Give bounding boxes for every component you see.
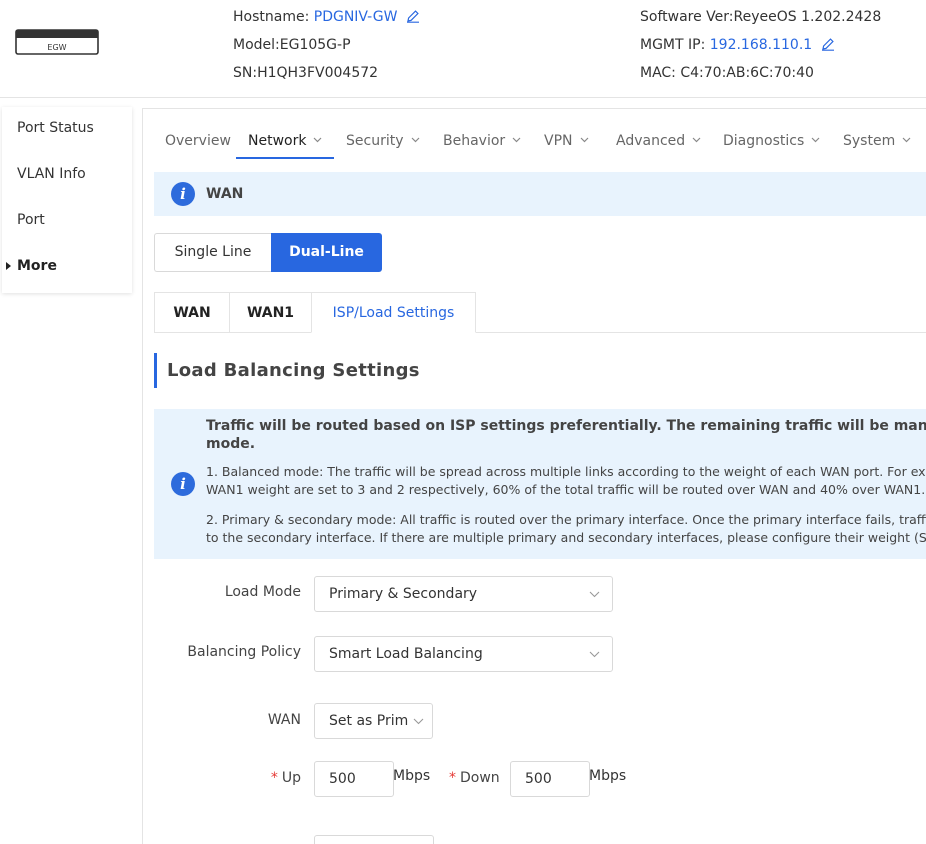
wan-banner: i WAN (154, 172, 926, 216)
load-mode-label: Load Mode (224, 584, 301, 600)
up-label-text: Up (281, 770, 301, 786)
down-bandwidth-label: * Down (449, 770, 500, 786)
tab-isp-load-settings[interactable]: ISP/Load Settings (311, 292, 476, 333)
nav-advanced-label: Advanced (616, 133, 686, 149)
serial-number-text: SN:H1QH3FV004572 (233, 65, 379, 81)
nav-security[interactable]: Security (346, 133, 420, 149)
chevron-down-icon (413, 718, 424, 725)
device-model-badge: EGW (47, 43, 66, 52)
chevron-down-icon (811, 137, 820, 143)
main-panel: Overview Network Security Behavior VPN A… (142, 108, 926, 844)
chevron-down-icon (411, 137, 419, 143)
nav-network[interactable]: Network (248, 133, 322, 149)
wan-tabs: WAN WAN1 ISP/Load Settings (154, 292, 926, 333)
chevron-down-icon (589, 651, 600, 658)
down-label-text: Down (460, 770, 500, 786)
nav-behavior[interactable]: Behavior (443, 133, 521, 149)
tab-wan[interactable]: WAN (154, 292, 229, 333)
notice-balanced-line1: 1. Balanced mode: The traffic will be sp… (206, 464, 926, 479)
nav-security-label: Security (346, 133, 404, 149)
chevron-down-icon (580, 137, 588, 143)
wan-role-value: Set as Prim (329, 713, 409, 729)
nav-system[interactable]: System (843, 133, 911, 149)
section-title: Load Balancing Settings (154, 353, 554, 388)
model-text: Model:EG105G-P (233, 37, 351, 53)
hostname-row: Hostname: PDGNIV-GW (233, 9, 420, 25)
mgmt-ip-row: MGMT IP: 192.168.110.1 (640, 37, 835, 53)
nav-vpn-label: VPN (544, 133, 573, 149)
top-nav: Overview Network Security Behavior VPN A… (143, 109, 926, 159)
wan-role-label: WAN (267, 712, 301, 728)
nav-system-label: System (843, 133, 896, 149)
mac-address-text: MAC: C4:70:AB:6C:70:40 (640, 65, 814, 81)
required-mark: * (449, 770, 456, 786)
nav-advanced[interactable]: Advanced (616, 133, 701, 149)
balancing-policy-value: Smart Load Balancing (329, 646, 483, 662)
up-unit-label: Mbps (393, 768, 431, 784)
nav-vpn[interactable]: VPN (544, 133, 589, 149)
sidebar-item-port[interactable]: Port (17, 212, 45, 228)
single-line-button[interactable]: Single Line (154, 233, 271, 272)
notice-primary-line2: to the secondary interface. If there are… (206, 530, 926, 545)
wan-banner-title: WAN (206, 186, 244, 202)
sidebar-item-more-label: More (17, 258, 57, 274)
caret-right-icon (6, 262, 11, 270)
up-bandwidth-input[interactable]: 500 (314, 761, 394, 797)
chevron-down-icon (314, 137, 322, 143)
chevron-down-icon (512, 137, 521, 143)
info-icon: i (171, 182, 195, 206)
tab-wan1[interactable]: WAN1 (229, 292, 311, 333)
balancing-policy-label: Balancing Policy (187, 644, 301, 660)
sidebar-item-port-status[interactable]: Port Status (17, 120, 94, 136)
wan-role-select[interactable]: Set as Prim (314, 703, 433, 739)
balancing-policy-select[interactable]: Smart Load Balancing (314, 636, 613, 672)
mgmt-ip-label: MGMT IP: (640, 37, 706, 53)
sidebar-item-more[interactable]: More (6, 258, 57, 274)
dual-line-button[interactable]: Dual-Line (271, 233, 382, 272)
edit-mgmt-ip-icon[interactable] (821, 37, 835, 51)
notice-balanced-line2: WAN1 weight are set to 3 and 2 respectiv… (206, 482, 926, 497)
down-unit-label: Mbps (589, 768, 627, 784)
info-icon: i (171, 472, 195, 496)
nav-diagnostics[interactable]: Diagnostics (723, 133, 820, 149)
software-version-text: Software Ver:ReyeeOS 1.202.2428 (640, 9, 882, 25)
sidebar: Port Status VLAN Info Port More (2, 107, 132, 293)
nav-overview-label: Overview (165, 133, 231, 149)
down-bandwidth-input[interactable]: 500 (510, 761, 590, 797)
load-mode-select[interactable]: Primary & Secondary (314, 576, 613, 612)
nav-behavior-label: Behavior (443, 133, 506, 149)
edit-hostname-icon[interactable] (406, 9, 420, 23)
sidebar-item-vlan-info[interactable]: VLAN Info (17, 166, 86, 182)
router-device-icon: EGW (15, 29, 99, 55)
nav-active-underline (236, 157, 334, 159)
partial-input-field[interactable] (314, 835, 434, 844)
up-bandwidth-label: * Up (271, 770, 301, 786)
mgmt-ip-value[interactable]: 192.168.110.1 (710, 37, 812, 53)
notice-primary-line1: 2. Primary & secondary mode: All traffic… (206, 512, 926, 527)
chevron-down-icon (692, 137, 701, 143)
chevron-down-icon (589, 591, 600, 598)
load-balancing-notice: i Traffic will be routed based on ISP se… (154, 409, 926, 559)
required-mark: * (270, 770, 278, 786)
load-mode-value: Primary & Secondary (329, 586, 478, 602)
chevron-down-icon (902, 137, 911, 143)
nav-network-label: Network (248, 133, 307, 149)
nav-diagnostics-label: Diagnostics (723, 133, 805, 149)
nav-overview[interactable]: Overview (165, 133, 231, 149)
notice-heading-cont: mode. (206, 436, 256, 452)
hostname-value: PDGNIV-GW (313, 9, 398, 25)
device-header: EGW Hostname: PDGNIV-GW Model:EG105G-P S… (0, 0, 926, 98)
hostname-label: Hostname: (233, 9, 310, 25)
notice-heading: Traffic will be routed based on ISP sett… (206, 418, 926, 434)
